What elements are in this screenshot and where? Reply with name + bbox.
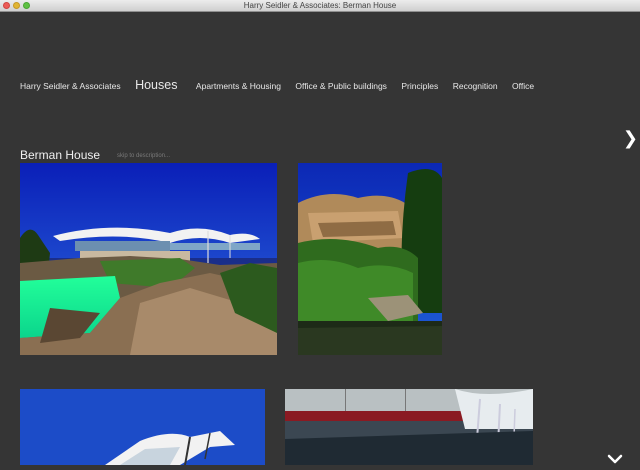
- nav-item-principles[interactable]: Principles: [401, 81, 438, 91]
- chevron-down-icon[interactable]: [607, 452, 623, 466]
- chevron-right-icon[interactable]: ❯: [623, 128, 638, 149]
- nav-item-recognition[interactable]: Recognition: [453, 81, 498, 91]
- photo-interior-glass[interactable]: [285, 389, 533, 465]
- nav-item-office-public-buildings[interactable]: Office & Public buildings: [295, 81, 387, 91]
- photo-cliff-creek[interactable]: [298, 163, 442, 355]
- window-titlebar: Harry Seidler & Associates: Berman House: [0, 0, 640, 12]
- nav-item-apartments-housing[interactable]: Apartments & Housing: [196, 81, 281, 91]
- nav-item-houses[interactable]: Houses: [135, 78, 177, 92]
- photo-house-cliff-pool[interactable]: [20, 163, 277, 355]
- nav-item-office[interactable]: Office: [512, 81, 534, 91]
- main-nav: Harry Seidler & Associates Houses Apartm…: [20, 76, 544, 96]
- project-title: Berman House: [20, 148, 101, 162]
- skip-to-description-link[interactable]: skip to description...: [117, 153, 170, 159]
- nav-item-home[interactable]: Harry Seidler & Associates: [20, 81, 121, 91]
- photo-house-roof-sky[interactable]: [20, 389, 265, 465]
- window-title: Harry Seidler & Associates: Berman House: [243, 1, 397, 10]
